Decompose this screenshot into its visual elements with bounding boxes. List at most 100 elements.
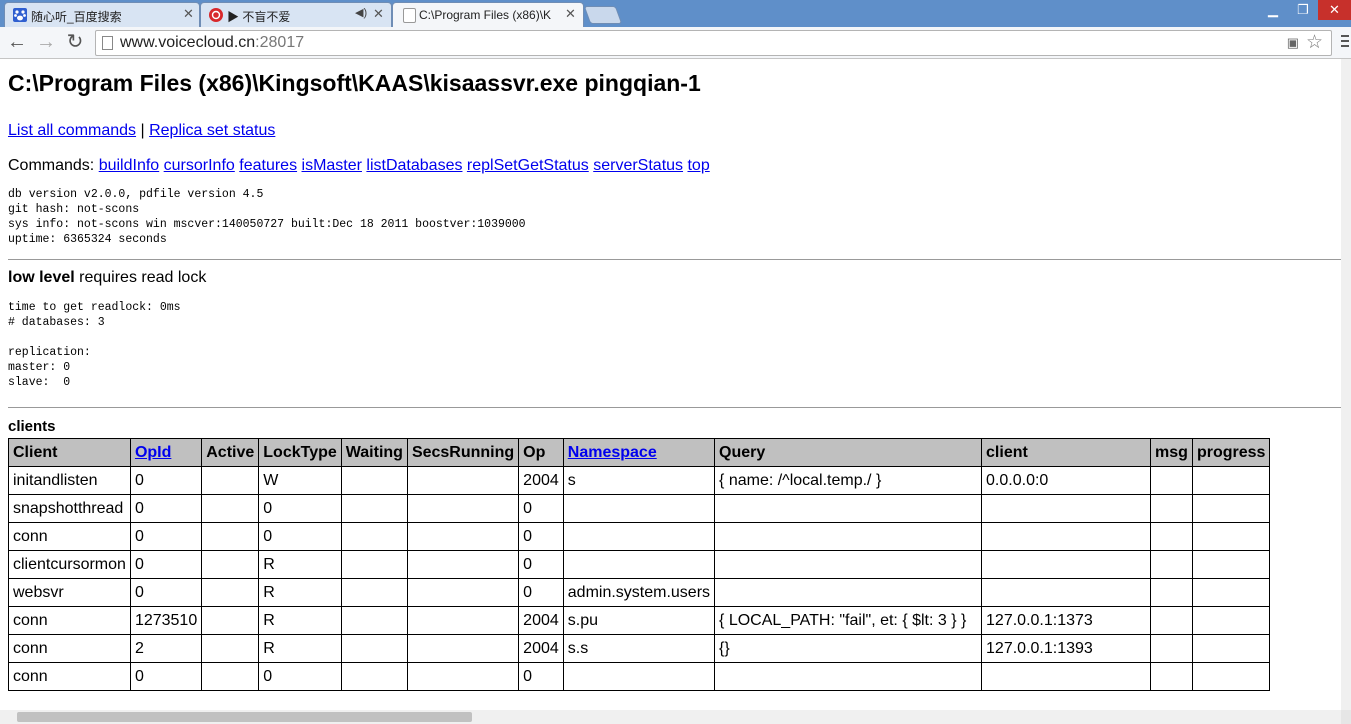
column-header: Query xyxy=(714,438,983,467)
bookmark-star-icon[interactable]: ☆ xyxy=(1306,31,1323,54)
command-link-cursorinfo[interactable]: cursorInfo xyxy=(164,157,235,174)
divider xyxy=(8,407,1341,408)
table-cell xyxy=(714,494,983,523)
table-cell xyxy=(340,662,408,691)
commands-line: Commands: buildInfo cursorInfo features … xyxy=(8,157,1341,179)
menu-icon[interactable] xyxy=(1341,35,1349,49)
browser-toolbar: ← → ↻ www.voicecloud.cn:28017 ▣ ☆ xyxy=(0,27,1351,59)
table-row: websvr 0 R 0 admin.system.users xyxy=(8,578,1271,607)
commands-label: Commands: xyxy=(8,157,95,174)
command-link-top[interactable]: top xyxy=(687,157,709,174)
table-cell xyxy=(1150,634,1193,663)
table-cell xyxy=(201,578,260,607)
table-cell xyxy=(1191,466,1271,495)
command-link-serverstatus[interactable]: serverStatus xyxy=(593,157,683,174)
command-link-replsetgetstatus[interactable]: replSetGetStatus xyxy=(467,157,589,174)
table-cell xyxy=(981,494,1152,523)
low-level-rest: requires read lock xyxy=(74,269,207,286)
close-tab-icon[interactable]: ✕ xyxy=(565,6,576,22)
table-cell: 0 xyxy=(129,466,203,495)
table-cell: 0 xyxy=(518,522,564,551)
table-cell xyxy=(714,522,983,551)
table-cell xyxy=(1191,606,1271,635)
back-button[interactable]: ← xyxy=(5,31,29,55)
table-cell: 2004 xyxy=(518,606,564,635)
table-cell xyxy=(981,550,1152,579)
column-header: client xyxy=(981,438,1152,467)
table-cell: 0 xyxy=(518,494,564,523)
url-port: :28017 xyxy=(255,34,305,51)
close-window-button[interactable]: ✕ xyxy=(1318,0,1351,20)
table-cell: conn xyxy=(8,634,131,663)
replica-set-status-link[interactable]: Replica set status xyxy=(149,122,275,139)
opid-sort-link[interactable]: OpId xyxy=(135,444,171,461)
column-header: progress xyxy=(1191,438,1271,467)
table-cell xyxy=(562,494,716,523)
link-separator: | xyxy=(136,122,150,139)
table-cell xyxy=(406,662,520,691)
address-bar[interactable]: www.voicecloud.cn:28017 ▣ ☆ xyxy=(95,30,1332,56)
column-header: msg xyxy=(1150,438,1193,467)
db-version-info: db version v2.0.0, pdfile version 4.5 gi… xyxy=(8,188,526,246)
table-cell: 127.0.0.1:1393 xyxy=(981,634,1152,663)
tab-active-page[interactable]: C:\Program Files (x86)\K ✕ xyxy=(392,2,584,28)
close-tab-icon[interactable]: ✕ xyxy=(373,6,384,22)
table-row: conn 0 0 0 xyxy=(8,522,1271,551)
command-link-buildinfo[interactable]: buildInfo xyxy=(99,157,160,174)
page-icon xyxy=(403,8,416,23)
table-cell xyxy=(406,522,520,551)
translate-icon[interactable]: ▣ xyxy=(1287,35,1299,51)
table-cell xyxy=(714,578,983,607)
netease-music-icon xyxy=(209,8,223,22)
close-tab-icon[interactable]: ✕ xyxy=(183,6,194,22)
table-cell xyxy=(1191,634,1271,663)
speaker-icon[interactable]: ◀) xyxy=(355,6,367,19)
list-all-commands-link[interactable]: List all commands xyxy=(8,122,136,139)
column-header: SecsRunning xyxy=(406,438,520,467)
scrollbar-corner xyxy=(1341,710,1351,724)
table-cell xyxy=(714,550,983,579)
forward-button[interactable]: → xyxy=(34,31,58,55)
table-cell xyxy=(1150,466,1193,495)
table-cell: {} xyxy=(714,634,983,663)
page-content: C:\Program Files (x86)\Kingsoft\KAAS\kis… xyxy=(0,59,1341,710)
low-level-bold: low level xyxy=(8,269,75,286)
namespace-sort-link[interactable]: Namespace xyxy=(568,444,657,461)
vertical-scrollbar[interactable] xyxy=(1341,59,1351,710)
top-links: List all commands | Replica set status xyxy=(8,122,1341,144)
table-cell: R xyxy=(258,550,342,579)
table-cell xyxy=(406,606,520,635)
horizontal-scrollbar-thumb[interactable] xyxy=(17,712,472,722)
table-cell xyxy=(1150,494,1193,523)
restore-button[interactable]: ❐ xyxy=(1290,0,1316,20)
column-header: OpId xyxy=(129,438,203,467)
column-header: Client xyxy=(8,438,131,467)
minimize-button[interactable]: ▁ xyxy=(1260,0,1286,20)
command-link-features[interactable]: features xyxy=(239,157,297,174)
reload-button[interactable]: ↻ xyxy=(63,31,87,55)
table-cell xyxy=(981,522,1152,551)
horizontal-scrollbar[interactable] xyxy=(0,710,1341,724)
tab-baidu-search[interactable]: 随心听_百度搜索 ✕ xyxy=(4,2,200,27)
table-cell: 0 xyxy=(129,578,203,607)
table-row: conn 1273510 R 2004 s.pu{ LOCAL_PATH: "fail"… xyxy=(8,606,1271,635)
table-cell: 127.0.0.1:1373 xyxy=(981,606,1152,635)
table-cell xyxy=(340,606,408,635)
table-cell xyxy=(406,494,520,523)
table-cell xyxy=(1191,550,1271,579)
command-link-ismaster[interactable]: isMaster xyxy=(302,157,362,174)
tab-music[interactable]: ▶ 不盲不爱 ◀) ✕ xyxy=(200,2,392,27)
table-cell xyxy=(406,634,520,663)
table-cell xyxy=(1150,522,1193,551)
table-cell: 0 xyxy=(518,662,564,691)
table-cell xyxy=(714,662,983,691)
table-row: clientcursormon 0 R 0 xyxy=(8,550,1271,579)
new-tab-button[interactable] xyxy=(583,6,623,24)
table-cell xyxy=(201,550,260,579)
tab-strip: 随心听_百度搜索 ✕ ▶ 不盲不爱 ◀) ✕ C:\Program Files … xyxy=(0,0,1351,28)
table-cell xyxy=(1191,522,1271,551)
command-link-listdatabases[interactable]: listDatabases xyxy=(366,157,462,174)
page-title: C:\Program Files (x86)\Kingsoft\KAAS\kis… xyxy=(8,70,701,96)
table-cell: R xyxy=(258,578,342,607)
table-cell: 2004 xyxy=(518,466,564,495)
